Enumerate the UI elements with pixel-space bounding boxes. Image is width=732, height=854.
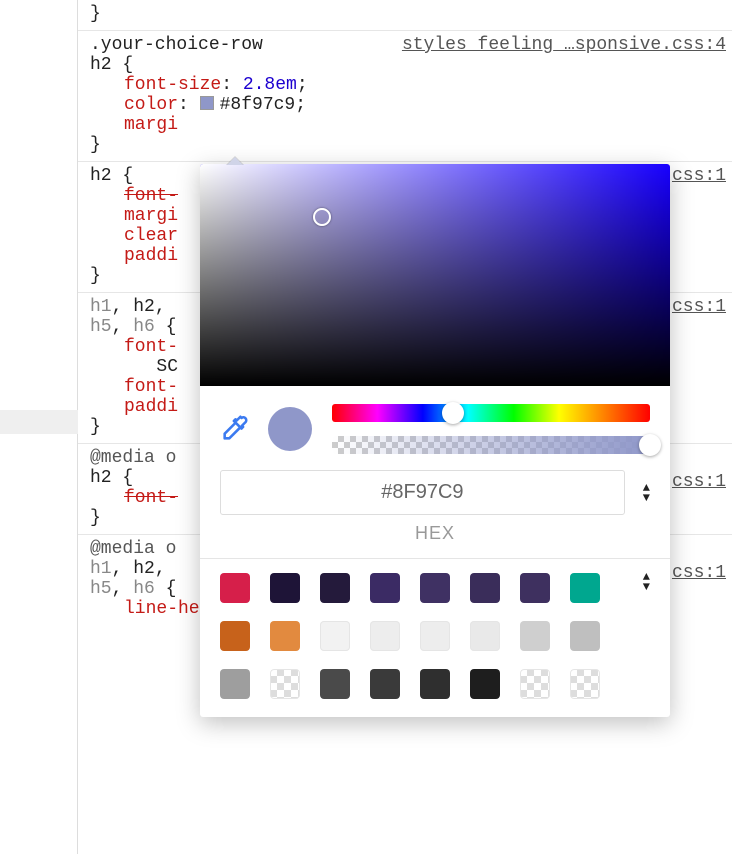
color-swatch[interactable] <box>420 669 450 699</box>
rule-block[interactable]: } <box>78 0 732 31</box>
current-color-preview <box>268 407 312 451</box>
format-stepper[interactable]: ▲ ▼ <box>643 484 650 502</box>
property-name[interactable]: font- <box>124 377 178 397</box>
color-swatch[interactable] <box>320 573 350 603</box>
color-swatch[interactable] <box>220 573 250 603</box>
color-swatch[interactable] <box>220 621 250 651</box>
color-picker-popover: ▲ ▼ HEX ▲ ▼ <box>200 164 670 717</box>
property-name[interactable]: margi <box>124 206 178 226</box>
color-swatch[interactable] <box>270 669 300 699</box>
color-swatch[interactable] <box>370 669 400 699</box>
color-swatch[interactable] <box>220 669 250 699</box>
source-link[interactable]: styles_feeling_…sponsive.css:4 <box>402 35 726 55</box>
declaration[interactable]: color: #8f97c9; <box>90 95 726 115</box>
closing-brace: } <box>90 4 726 24</box>
color-swatch[interactable] <box>470 621 500 651</box>
color-swatch[interactable] <box>420 573 450 603</box>
property-name[interactable]: font- <box>124 186 178 206</box>
declaration[interactable]: font-size: 2.8em; <box>90 75 726 95</box>
color-swatch[interactable] <box>200 96 214 110</box>
source-link[interactable]: css:1 <box>672 472 726 492</box>
property-name[interactable]: paddi <box>124 246 178 266</box>
source-link[interactable]: css:1 <box>672 166 726 186</box>
property-name[interactable]: margi <box>124 115 178 135</box>
hue-slider[interactable] <box>332 404 650 422</box>
hex-input[interactable] <box>220 470 625 515</box>
property-name[interactable]: clear <box>124 226 178 246</box>
property-name[interactable]: font- <box>124 337 178 357</box>
color-swatch[interactable] <box>520 669 550 699</box>
property-name[interactable]: font- <box>124 488 178 508</box>
source-link[interactable]: css:1 <box>672 563 726 583</box>
eyedropper-icon[interactable] <box>220 415 248 443</box>
gutter-highlight <box>0 410 78 434</box>
property-value[interactable]: 2.8em <box>243 75 297 95</box>
declaration[interactable]: margi <box>90 115 726 135</box>
popover-arrow <box>226 156 244 165</box>
property-name[interactable]: paddi <box>124 397 178 417</box>
color-swatch[interactable] <box>470 669 500 699</box>
closing-brace: } <box>90 135 726 155</box>
color-swatch[interactable] <box>420 621 450 651</box>
color-swatch[interactable] <box>570 621 600 651</box>
color-swatch[interactable] <box>570 573 600 603</box>
swatch-grid <box>220 573 625 699</box>
chevron-down-icon[interactable]: ▼ <box>643 494 650 502</box>
color-swatch[interactable] <box>270 621 300 651</box>
color-swatch[interactable] <box>270 573 300 603</box>
sv-cursor[interactable] <box>313 208 331 226</box>
source-link[interactable]: css:1 <box>672 297 726 317</box>
selector[interactable]: h2 { <box>90 55 726 75</box>
rule-block[interactable]: styles_feeling_…sponsive.css:4 .your-cho… <box>78 31 732 162</box>
property-name[interactable]: color <box>124 95 178 115</box>
color-swatch[interactable] <box>370 621 400 651</box>
color-swatch[interactable] <box>570 669 600 699</box>
property-name[interactable]: font-size <box>124 75 221 95</box>
hue-thumb[interactable] <box>442 402 464 424</box>
property-value[interactable]: SC <box>124 357 178 377</box>
color-swatch[interactable] <box>320 621 350 651</box>
color-swatch[interactable] <box>520 573 550 603</box>
gutter <box>0 0 78 854</box>
alpha-slider[interactable] <box>332 436 650 454</box>
swatch-page-stepper[interactable]: ▲ ▼ <box>643 573 650 591</box>
alpha-thumb[interactable] <box>639 434 661 456</box>
format-label: HEX <box>200 519 670 558</box>
color-swatch[interactable] <box>370 573 400 603</box>
color-swatch[interactable] <box>470 573 500 603</box>
color-swatch[interactable] <box>320 669 350 699</box>
chevron-down-icon[interactable]: ▼ <box>643 583 650 591</box>
saturation-value-area[interactable] <box>200 164 670 386</box>
property-value[interactable]: #8f97c9 <box>220 95 296 115</box>
color-swatch[interactable] <box>520 621 550 651</box>
